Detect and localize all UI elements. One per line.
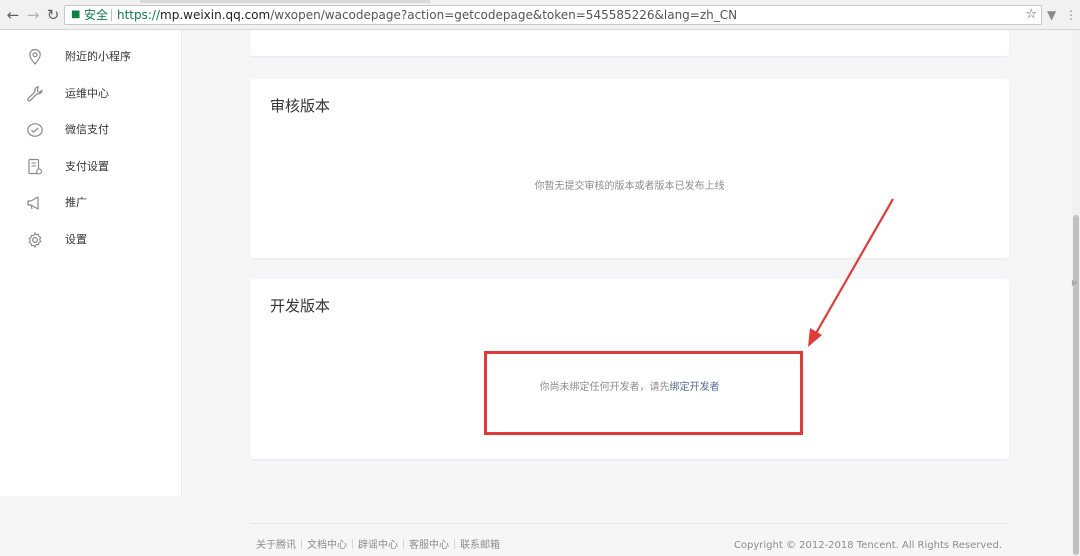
sidebar-item-label: 运维中心 xyxy=(65,87,109,100)
footer-link-about[interactable]: 关于腾讯 xyxy=(256,540,296,551)
footer-link-support[interactable]: 客服中心 xyxy=(409,540,449,551)
footer-copyright: Copyright © 2012-2018 Tencent. All Right… xyxy=(733,540,1002,551)
sidebar-item-label: 推广 xyxy=(65,196,87,209)
address-separator xyxy=(111,9,112,21)
forward-arrow-icon[interactable]: → xyxy=(24,6,42,24)
annotation-highlight-box xyxy=(484,351,803,435)
footer-divider xyxy=(250,523,1009,524)
review-version-title: 审核版本 xyxy=(270,97,331,115)
location-pin-icon xyxy=(29,48,41,65)
sidebar-item-payment-settings[interactable]: 支付设置 xyxy=(0,153,181,181)
scroll-marker-icon: ▶ xyxy=(1071,278,1078,287)
sidebar-item-ops-center[interactable]: 运维中心 xyxy=(0,80,181,108)
lock-icon: ■ xyxy=(71,9,81,20)
sidebar-item-label: 微信支付 xyxy=(65,123,109,136)
scrollbar-thumb[interactable] xyxy=(1073,215,1079,555)
sidebar-item-promotion[interactable]: 推广 xyxy=(0,189,181,217)
sidebar-item-settings[interactable]: 设置 xyxy=(0,226,181,254)
sidebar-item-nearby-mini-programs[interactable]: 附近的小程序 xyxy=(0,43,181,71)
back-arrow-icon[interactable]: ← xyxy=(4,6,22,24)
bookmark-star-icon[interactable]: ☆ xyxy=(1025,6,1037,24)
footer-link-email[interactable]: 联系邮箱 xyxy=(460,540,500,551)
wechat-pay-icon xyxy=(27,123,43,137)
url-host: mp.weixin.qq.com xyxy=(160,8,271,22)
sidebar-item-label: 设置 xyxy=(65,233,87,246)
wrench-icon xyxy=(27,86,43,102)
sidebar-item-label: 支付设置 xyxy=(65,160,109,173)
footer-link-docs[interactable]: 文档中心 xyxy=(307,540,347,551)
gear-icon xyxy=(28,232,42,248)
previous-panel xyxy=(250,30,1009,56)
sidebar: 附近的小程序 运维中心 微信支付 支付设置 推广 设置 xyxy=(0,30,182,496)
secure-label: 安全 xyxy=(84,8,109,22)
payment-settings-icon xyxy=(28,158,42,175)
browser-toolbar: ← → ↻ ■ 安全 https://mp.weixin.qq.com/wxop… xyxy=(0,0,1080,30)
address-bar[interactable]: ■ 安全 https://mp.weixin.qq.com/wxopen/wac… xyxy=(64,5,1042,25)
footer-link-rumor[interactable]: 辟谣中心 xyxy=(358,540,398,551)
extension-icon[interactable]: ▼ xyxy=(1047,7,1056,23)
megaphone-icon xyxy=(27,196,39,210)
review-version-panel: 审核版本 你暂无提交审核的版本或者版本已发布上线 xyxy=(250,79,1009,258)
footer-separator xyxy=(403,539,404,549)
reload-icon[interactable]: ↻ xyxy=(44,6,62,24)
footer-separator xyxy=(352,539,353,549)
sidebar-item-wechat-pay[interactable]: 微信支付 xyxy=(0,116,181,144)
footer-separator xyxy=(301,539,302,549)
browser-menu-icon[interactable]: ⋮ xyxy=(1065,7,1077,23)
review-version-empty-text: 你暂无提交审核的版本或者版本已发布上线 xyxy=(534,181,725,192)
url-path: /wxopen/wacodepage?action=getcodepage&to… xyxy=(270,8,738,22)
tab-strip xyxy=(140,0,430,3)
dev-version-title: 开发版本 xyxy=(270,297,331,315)
footer-links: 关于腾讯 文档中心 辟谣中心 客服中心 联系邮箱 xyxy=(256,539,500,553)
footer-separator xyxy=(454,539,455,549)
url-text: https://mp.weixin.qq.com/wxopen/wacodepa… xyxy=(117,6,737,24)
url-scheme: https:// xyxy=(117,8,161,22)
sidebar-item-label: 附近的小程序 xyxy=(65,50,131,63)
